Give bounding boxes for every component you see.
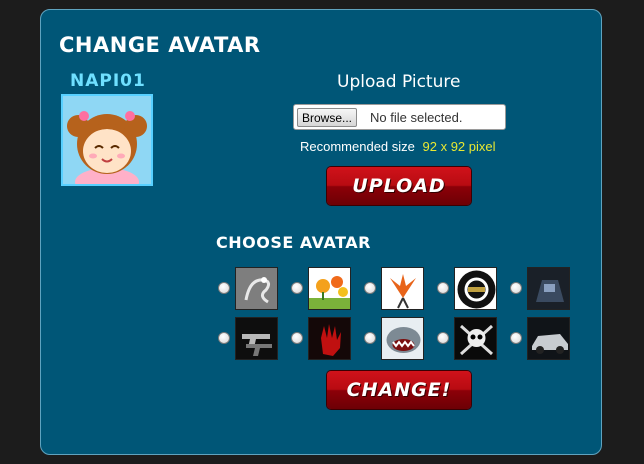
recommended-size-label: Recommended size — [300, 139, 415, 154]
current-avatar — [61, 94, 153, 186]
avatar-option-pirate-skull[interactable] — [437, 317, 503, 361]
choose-avatar-heading: CHOOSE AVATAR — [216, 233, 371, 252]
avatar-option-phoenix[interactable] — [364, 267, 430, 311]
avatar-radio[interactable] — [364, 282, 376, 294]
avatar-option-sports-car[interactable] — [510, 317, 576, 361]
flowers-icon[interactable] — [308, 267, 351, 310]
file-input[interactable]: Browse... No file selected. — [293, 104, 506, 130]
phoenix-icon[interactable] — [381, 267, 424, 310]
robot-car-icon[interactable] — [527, 267, 570, 310]
avatar-radio[interactable] — [291, 332, 303, 344]
avatar-radio[interactable] — [364, 332, 376, 344]
avatar-option-robot-car[interactable] — [510, 267, 576, 311]
avatar-option-flowers[interactable] — [291, 267, 357, 311]
username-label: NAPI01 — [70, 71, 146, 91]
pirate-skull-icon[interactable] — [454, 317, 497, 360]
avatar-option-dragon[interactable] — [218, 267, 284, 311]
recommended-size-value: 92 x 92 pixel — [422, 139, 496, 154]
avatar-radio[interactable] — [510, 332, 522, 344]
upload-button[interactable]: UPLOAD — [327, 167, 471, 205]
poker-chip-icon[interactable] — [454, 267, 497, 310]
dragon-icon[interactable] — [235, 267, 278, 310]
avatar-option-shark[interactable] — [364, 317, 430, 361]
page-title: CHANGE AVATAR — [59, 33, 261, 57]
avatar-radio[interactable] — [218, 332, 230, 344]
change-button[interactable]: CHANGE! — [327, 371, 471, 409]
sports-car-icon[interactable] — [527, 317, 570, 360]
guns-icon[interactable] — [235, 317, 278, 360]
browse-button[interactable]: Browse... — [297, 108, 357, 127]
avatar-radio[interactable] — [218, 282, 230, 294]
avatar-radio[interactable] — [510, 282, 522, 294]
avatar-option-poker[interactable] — [437, 267, 503, 311]
avatar-radio[interactable] — [437, 332, 449, 344]
upload-picture-heading: Upload Picture — [337, 72, 461, 92]
avatar-radio[interactable] — [437, 282, 449, 294]
avatar-option-bloody-hand[interactable] — [291, 317, 357, 361]
file-status-text: No file selected. — [370, 110, 463, 125]
avatar-radio[interactable] — [291, 282, 303, 294]
recommended-size-text: Recommended size 92 x 92 pixel — [300, 139, 496, 154]
bloody-hand-icon[interactable] — [308, 317, 351, 360]
avatar-option-guns[interactable] — [218, 317, 284, 361]
cartoon-girl-face-icon — [63, 96, 151, 184]
shark-icon[interactable] — [381, 317, 424, 360]
